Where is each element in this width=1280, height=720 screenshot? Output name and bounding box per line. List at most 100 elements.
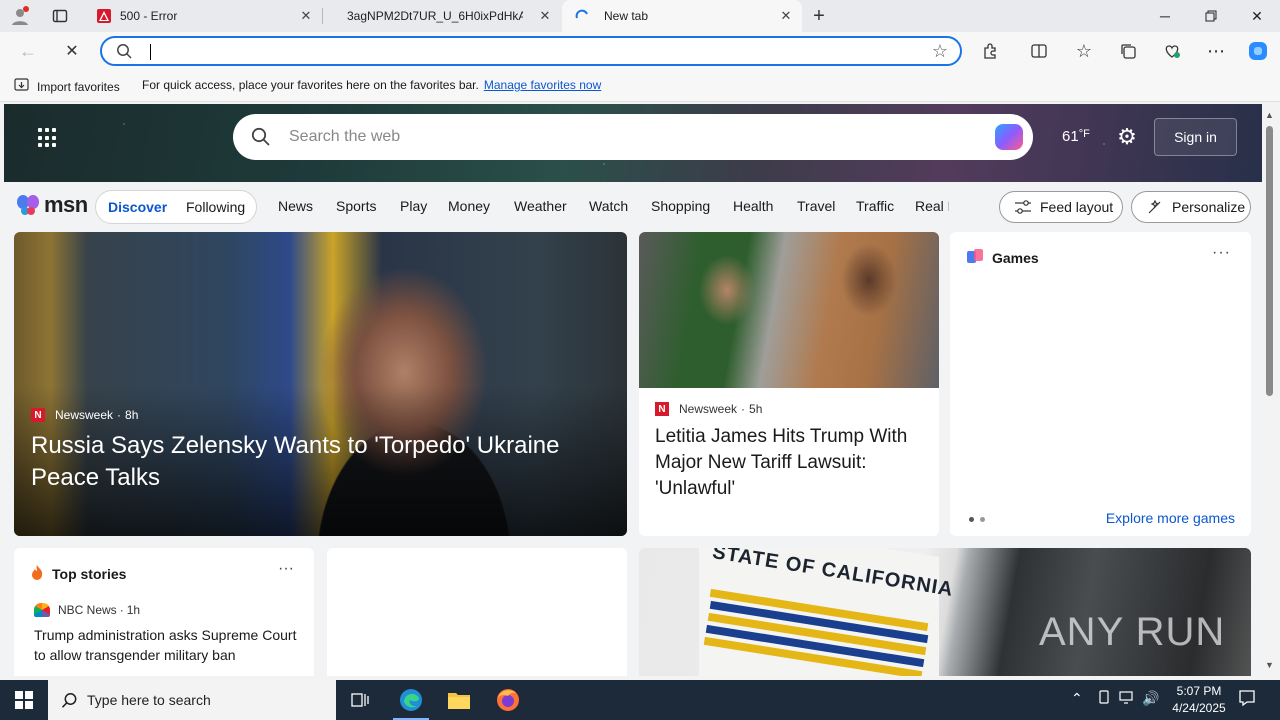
favorite-star-icon[interactable]: ☆ [932,41,948,62]
system-clock[interactable]: 5:07 PM 4/24/2025 [1158,683,1240,717]
dmv-story-card[interactable]: STATE OF CALIFORNIA ANY RUN [639,548,1251,676]
file-explorer-icon[interactable] [435,680,483,720]
profile-icon[interactable] [6,2,34,30]
nav-shopping[interactable]: Shopping [651,198,710,214]
device-icon[interactable] [1097,690,1111,707]
tab-title: 3agNPM2Dt7UR_U_6H0ixPdHkAf [347,9,523,23]
nav-money[interactable]: Money [448,198,490,214]
collections-icon[interactable] [1114,37,1142,65]
explore-games-link[interactable]: Explore more games [1106,510,1235,526]
sign-in-button[interactable]: Sign in [1154,118,1237,156]
browser-essentials-icon[interactable] [1158,37,1186,65]
scrollbar-thumb[interactable] [1266,126,1273,396]
manage-favorites-link[interactable]: Manage favorites now [484,78,601,92]
watermark-logo: ANY RUN [1039,610,1226,654]
feed-tabs: Discover Following [95,190,257,224]
story-source: N Newsweek · 5h [655,402,762,416]
firefox-icon[interactable] [484,680,532,720]
split-screen-icon[interactable] [1025,37,1053,65]
nbc-news-icon [34,603,50,617]
close-window-button[interactable]: ✕ [1234,0,1280,32]
search-icon [116,43,133,63]
nav-news[interactable]: News [278,198,313,214]
favorites-hint: For quick access, place your favorites h… [142,78,479,92]
tab-discover[interactable]: Discover [108,199,167,215]
close-tab-icon[interactable]: ✕ [537,8,553,24]
minimize-button[interactable]: ─ [1142,0,1188,32]
msn-logo-text: msn [44,192,88,217]
copilot-icon[interactable] [1244,37,1272,65]
nav-travel[interactable]: Travel [797,198,835,214]
nav-watch[interactable]: Watch [589,198,628,214]
edge-taskbar-icon[interactable] [387,680,435,720]
newsweek-icon: N [31,408,45,422]
more-menu-icon[interactable]: ⋯ [1202,37,1230,65]
personalize-button[interactable]: Personalize [1131,191,1251,223]
restore-button[interactable] [1188,0,1234,32]
msn-nav: msn Discover Following News Sports Play … [4,182,1262,232]
top-stories-title: Top stories [52,565,127,582]
story-card[interactable]: N Newsweek · 5h Letitia James Hits Trump… [639,232,939,536]
nav-health[interactable]: Health [733,198,773,214]
tab-error[interactable]: 500 - Error ✕ [84,0,322,32]
extensions-icon[interactable] [977,37,1005,65]
more-options-icon[interactable]: ··· [1212,244,1231,262]
nav-weather[interactable]: Weather [514,198,567,214]
network-icon[interactable] [1119,690,1135,707]
tab-following[interactable]: Following [186,199,245,215]
games-icon [966,248,984,267]
stop-loading-icon[interactable]: ✕ [58,37,86,65]
clock-date: 4/24/2025 [1172,701,1226,715]
lead-story-card[interactable]: N Newsweek · 8h Russia Says Zelensky Wan… [14,232,627,536]
address-bar[interactable]: ☆ [100,36,962,66]
tab-strip: 500 - Error ✕ 3agNPM2Dt7UR_U_6H0ixPdHkAf… [0,0,1280,32]
tab-title: 500 - Error [120,9,178,23]
games-card: Games ··· Explore more games [950,232,1251,536]
feed-layout-label: Feed layout [1040,199,1114,215]
tab-actions-icon[interactable] [46,2,74,30]
import-icon [14,78,29,95]
import-favorites-button[interactable]: Import favorites [14,78,120,95]
gear-icon[interactable]: ⚙ [1114,124,1140,150]
search-icon [251,127,271,150]
loading-spinner-icon [574,8,590,24]
volume-icon[interactable]: 🔊 [1142,690,1159,707]
notifications-icon[interactable] [1238,689,1256,710]
tab-new-tab[interactable]: New tab ✕ [562,0,802,32]
app-launcher-icon[interactable] [38,128,58,148]
nav-traffic[interactable]: Traffic [856,198,894,214]
top-story-headline[interactable]: Trump administration asks Supreme Court … [34,625,299,665]
nav-sports[interactable]: Sports [336,198,376,214]
nav-real-estate[interactable]: Real E [915,198,949,214]
nav-play[interactable]: Play [400,198,427,214]
tab-title: New tab [604,9,649,23]
task-view-icon[interactable] [336,680,384,720]
more-options-icon[interactable]: ··· [278,560,294,578]
story-image [639,232,939,388]
close-tab-icon[interactable]: ✕ [298,8,314,24]
back-icon[interactable]: ← [14,37,42,65]
story-source: NBC News · 1h [34,603,140,617]
msn-logo[interactable]: msn [16,192,88,218]
personalize-icon [1146,199,1164,215]
copilot-search-icon[interactable] [995,124,1023,150]
show-hidden-icons[interactable]: ⌃ [1071,690,1083,707]
page-scrollbar[interactable]: ▲ ▼ [1262,104,1280,676]
taskbar: Type here to search ⌃ 🔊 5:07 PM 4/24/202… [0,680,1280,720]
tab-hash[interactable]: 3agNPM2Dt7UR_U_6H0ixPdHkAf ✕ [323,0,561,32]
start-button[interactable] [0,680,48,720]
new-tab-button[interactable]: + [805,2,833,30]
browser-toolbar: ← ✕ ☆ ☆ ⋯ [0,32,1280,70]
taskbar-search[interactable]: Type here to search [48,680,336,720]
favorites-icon[interactable]: ☆ [1070,37,1098,65]
empty-card [327,548,627,676]
weather-temperature[interactable]: 61°F [1062,128,1090,145]
close-tab-icon[interactable]: ✕ [778,8,794,24]
carousel-pager[interactable] [969,517,985,522]
feed-layout-button[interactable]: Feed layout [999,191,1123,223]
flame-icon [30,564,44,583]
butterfly-icon [17,195,39,215]
web-search-box[interactable]: Search the web [233,114,1033,160]
top-stories-card: Top stories ··· NBC News · 1h Trump admi… [14,548,314,676]
import-favorites-label: Import favorites [37,79,120,94]
